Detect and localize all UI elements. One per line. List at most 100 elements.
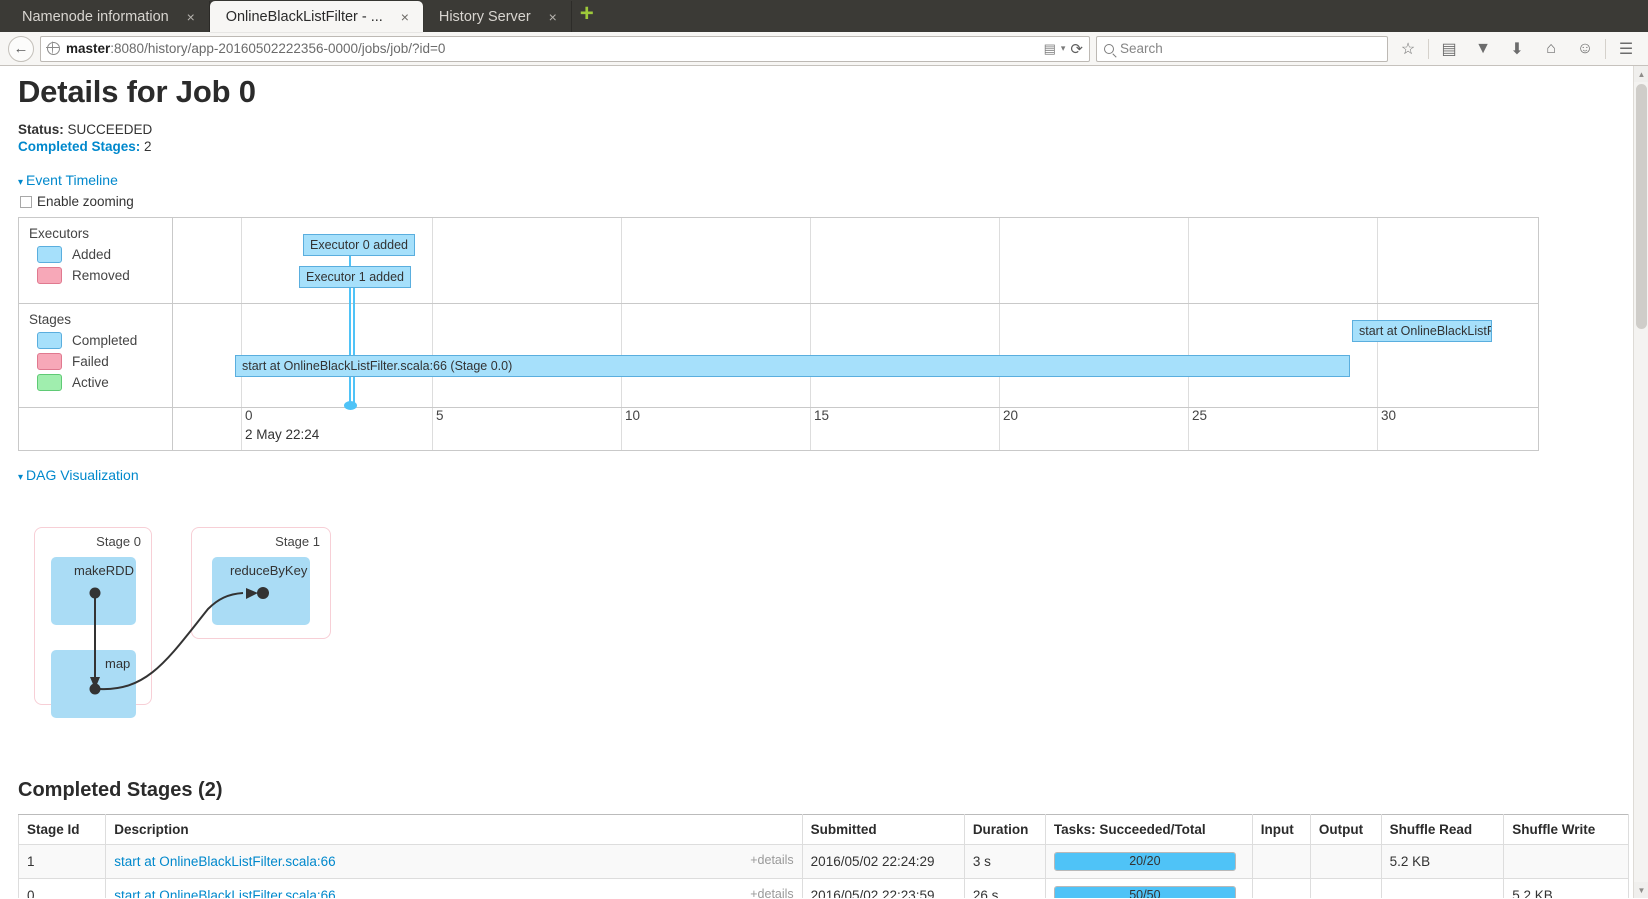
url-host: master <box>66 41 111 56</box>
back-button-icon[interactable]: ← <box>8 35 34 62</box>
scroll-up-icon[interactable]: ▲ <box>1634 66 1648 82</box>
url-bar-actions: ▤ ▾ ⟳ <box>1044 40 1085 58</box>
tasks-progress-bar: 20/20 <box>1053 852 1236 871</box>
completed-stages-value: 2 <box>144 139 152 154</box>
menu-icon[interactable]: ☰ <box>1612 35 1640 63</box>
toolbar-divider <box>1428 38 1429 59</box>
search-bar[interactable]: Search <box>1096 35 1388 62</box>
cell-shuffle-write: 5.2 KB <box>1503 878 1629 898</box>
stages-legend: Stages Completed Failed Active <box>19 304 173 407</box>
browser-tab-onlineblacklistfilter[interactable]: OnlineBlackListFilter - ... × <box>209 1 423 32</box>
tab-strip: Namenode information × OnlineBlackListFi… <box>0 0 1648 32</box>
cell-shuffle-read: 5.2 KB <box>1380 844 1505 879</box>
cell-tasks: 50/50 <box>1044 878 1253 898</box>
completed-stages-line: Completed Stages: 2 <box>18 139 1615 154</box>
col-input[interactable]: Input <box>1251 814 1311 845</box>
enable-zooming-row[interactable]: Enable zooming <box>20 194 1615 209</box>
close-icon[interactable]: × <box>397 9 413 25</box>
axis-tick-25: 25 <box>1192 408 1208 423</box>
sync-icon[interactable]: ☺ <box>1571 35 1599 63</box>
navigation-toolbar: ← master:8080/history/app-20160502222356… <box>0 32 1648 66</box>
toolbar-divider <box>1605 38 1606 59</box>
legend-swatch-failed <box>37 353 62 370</box>
search-icon <box>1104 43 1114 54</box>
col-stage-id[interactable]: Stage Id <box>17 814 107 845</box>
axis-tick-15: 15 <box>814 408 830 423</box>
legend-swatch-completed <box>37 332 62 349</box>
url-text: master:8080/history/app-20160502222356-0… <box>66 41 1038 56</box>
legend-label: Removed <box>72 268 130 283</box>
url-bar[interactable]: master:8080/history/app-20160502222356-0… <box>40 35 1090 62</box>
col-submitted[interactable]: Submitted <box>801 814 965 845</box>
cell-input <box>1251 844 1311 879</box>
stage-0-timeline-bar[interactable]: start at OnlineBlackListFilter.scala:66 … <box>235 355 1350 377</box>
table-header-row: Stage Id Description Submitted Duration … <box>17 814 1629 845</box>
page-scrollbar[interactable]: ▲ ▼ <box>1633 66 1648 898</box>
spark-job-details-page: Details for Job 0 Status: SUCCEEDED Comp… <box>0 66 1633 898</box>
browser-tab-history-server[interactable]: History Server × <box>423 1 572 32</box>
chevron-down-icon[interactable]: ▾ <box>1061 43 1066 54</box>
status-label: Status: <box>18 122 64 137</box>
legend-label: Active <box>72 375 109 390</box>
event-timeline: Executors Added Removed Executor 0 added… <box>18 217 1539 451</box>
legend-swatch-removed <box>37 267 62 284</box>
close-icon[interactable]: × <box>183 9 199 25</box>
library-icon[interactable]: ▤ <box>1435 35 1463 63</box>
cell-description: start at OnlineBlackListFilter.scala:66 … <box>105 878 803 898</box>
col-tasks[interactable]: Tasks: Succeeded/Total <box>1044 814 1253 845</box>
table-row: 1 start at OnlineBlackListFilter.scala:6… <box>17 844 1629 879</box>
col-description[interactable]: Description <box>105 814 803 845</box>
page-title: Details for Job 0 <box>18 74 256 109</box>
legend-label: Completed <box>72 333 138 348</box>
shield-icon[interactable]: ▼ <box>1469 35 1497 63</box>
cell-tasks: 20/20 <box>1044 844 1253 879</box>
completed-stages-section-title: Completed Stages (2) <box>18 779 223 801</box>
details-toggle[interactable]: +details <box>750 853 793 867</box>
col-shuffle-write[interactable]: Shuffle Write <box>1503 814 1629 845</box>
dag-visualization-toggle[interactable]: ▾ DAG Visualization <box>18 467 139 483</box>
browser-tab-namenode-information[interactable]: Namenode information × <box>6 1 210 32</box>
scrollbar-thumb[interactable] <box>1636 84 1647 329</box>
event-timeline-toggle-label: Event Timeline <box>26 172 118 188</box>
dag-node-reducebykey-label: reduceByKey <box>230 563 308 578</box>
col-output[interactable]: Output <box>1309 814 1382 845</box>
legend-item-removed: Removed <box>37 267 172 284</box>
close-icon[interactable]: × <box>545 9 561 25</box>
bookmark-star-icon[interactable]: ☆ <box>1394 35 1422 63</box>
executors-canvas: Executor 0 added Executor 1 added <box>173 218 1538 304</box>
completed-stages-label[interactable]: Completed Stages: <box>18 139 140 154</box>
home-icon[interactable]: ⌂ <box>1537 35 1565 63</box>
tab-title: History Server <box>438 8 531 25</box>
executors-legend: Executors Added Removed <box>19 218 173 303</box>
enable-zooming-checkbox[interactable] <box>20 195 32 208</box>
timeline-axis: 0 5 10 15 20 25 30 2 May 22:24 <box>173 401 1538 450</box>
timeline-gridlines <box>173 218 1538 303</box>
cell-duration: 3 s <box>963 844 1046 879</box>
search-input-placeholder[interactable]: Search <box>1120 41 1163 56</box>
axis-tick-5: 5 <box>436 408 444 423</box>
event-timeline-toggle[interactable]: ▾ Event Timeline <box>18 172 118 188</box>
cell-output <box>1309 878 1382 898</box>
stage-description-link[interactable]: start at OnlineBlackListFilter.scala:66 <box>114 854 335 869</box>
reader-mode-icon[interactable]: ▤ <box>1044 41 1056 57</box>
cell-description: start at OnlineBlackListFilter.scala:66 … <box>105 844 803 879</box>
downloads-icon[interactable]: ⬇ <box>1503 35 1531 63</box>
new-tab-button[interactable]: + <box>572 2 602 30</box>
col-duration[interactable]: Duration <box>963 814 1046 845</box>
executors-legend-title: Executors <box>29 226 90 241</box>
cell-shuffle-write <box>1503 844 1629 879</box>
axis-tick-20: 20 <box>1003 408 1019 423</box>
executor-1-added-event[interactable]: Executor 1 added <box>299 266 411 288</box>
chevron-down-icon: ▾ <box>18 472 24 483</box>
dag-stage-0-label: Stage 0 <box>96 534 141 549</box>
reload-icon[interactable]: ⟳ <box>1070 40 1083 58</box>
timeline-gridlines <box>173 408 1538 450</box>
cell-input <box>1251 878 1311 898</box>
details-toggle[interactable]: +details <box>750 887 793 898</box>
globe-icon <box>46 41 60 55</box>
scroll-down-icon[interactable]: ▼ <box>1634 882 1648 898</box>
stage-description-link[interactable]: start at OnlineBlackListFilter.scala:66 <box>114 888 335 898</box>
stage-1-timeline-bar[interactable]: start at OnlineBlackListFilter.scala:66 <box>1352 320 1492 342</box>
col-shuffle-read[interactable]: Shuffle Read <box>1380 814 1505 845</box>
executor-0-added-event[interactable]: Executor 0 added <box>303 234 415 256</box>
